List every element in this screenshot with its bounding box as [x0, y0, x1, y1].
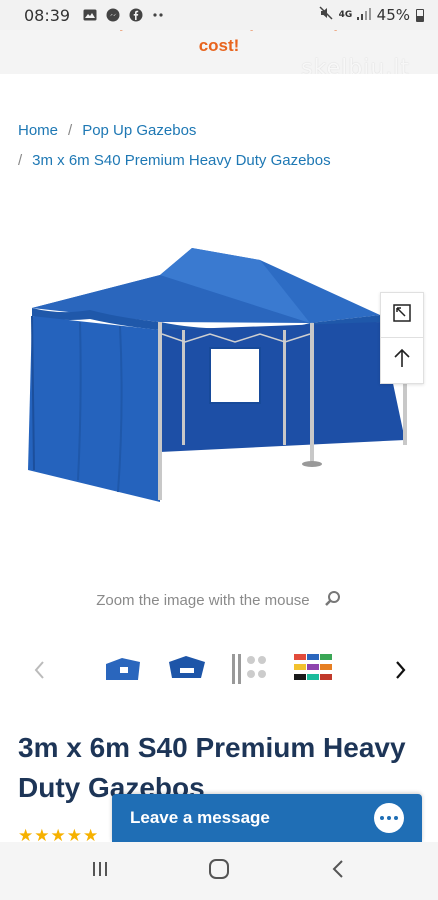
- status-bar: 08:39 4G 45%: [0, 0, 438, 30]
- thumbnail-3[interactable]: [229, 650, 271, 688]
- thumbnail-2[interactable]: [166, 650, 208, 688]
- status-right: 4G 45%: [319, 6, 424, 24]
- expand-icon: [391, 302, 413, 329]
- messenger-icon: [105, 8, 120, 22]
- thumbnail-next-button[interactable]: [388, 658, 412, 682]
- battery-icon: [416, 8, 424, 22]
- home-button[interactable]: [199, 851, 239, 891]
- thumbnail-carousel: [0, 646, 438, 694]
- signal-icon: [356, 6, 371, 24]
- mute-icon: [319, 6, 333, 24]
- breadcrumb-separator: /: [18, 152, 23, 169]
- image-tools: [380, 292, 424, 384]
- chat-label: Leave a message: [130, 808, 270, 827]
- chat-bubble-icon: [374, 803, 404, 833]
- breadcrumb-home[interactable]: Home: [18, 122, 58, 139]
- product-image[interactable]: [20, 230, 420, 520]
- thumbnail-1[interactable]: [102, 650, 144, 688]
- notification-icons: [82, 8, 166, 22]
- breadcrumb-category[interactable]: Pop Up Gazebos: [82, 122, 196, 139]
- zoom-hint-text: Zoom the image with the mouse: [96, 592, 310, 609]
- home-icon: [208, 858, 230, 885]
- thumbnail-4[interactable]: [292, 650, 334, 688]
- watermark: skelbiu.lt: [301, 56, 410, 74]
- breadcrumb-separator: /: [68, 122, 73, 139]
- network-type: 4G: [338, 9, 353, 20]
- leave-message-widget[interactable]: Leave a message: [112, 794, 422, 842]
- recent-apps-icon: [90, 860, 110, 883]
- back-button[interactable]: [318, 851, 358, 891]
- zoom-hint: Zoom the image with the mouse: [0, 590, 438, 612]
- arrow-up-icon: [392, 347, 412, 374]
- system-nav-bar: [0, 842, 438, 900]
- gallery-icon: [82, 9, 97, 22]
- more-notifications-icon: [151, 9, 166, 22]
- fullscreen-button[interactable]: [381, 293, 423, 338]
- chevron-right-icon: [388, 661, 412, 686]
- breadcrumb: Home / Pop Up Gazebos / 3m x 6m S40 Premium…: [18, 116, 428, 176]
- chevron-left-icon: [28, 661, 52, 686]
- facebook-icon: [128, 8, 143, 22]
- status-time: 08:39: [24, 5, 71, 25]
- breadcrumb-current[interactable]: 3m x 6m S40 Premium Heavy Duty Gazebos: [32, 152, 330, 169]
- thumbnail-prev-button[interactable]: [28, 658, 52, 682]
- magnifier-icon: [324, 590, 342, 612]
- gazebo-illustration: [28, 248, 407, 502]
- recent-apps-button[interactable]: [80, 851, 120, 891]
- battery-percent: 45%: [376, 6, 410, 24]
- scroll-top-button[interactable]: [381, 338, 423, 383]
- back-icon: [330, 859, 346, 884]
